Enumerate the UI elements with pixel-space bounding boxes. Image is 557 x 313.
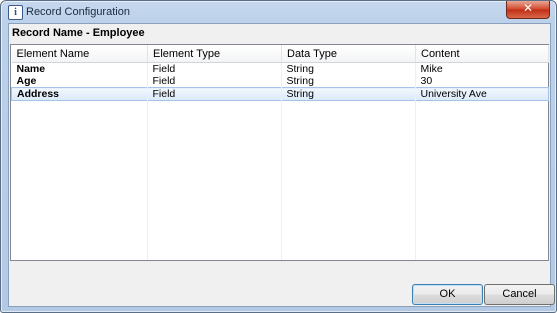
dialog-window: i Record Configuration ✕ Record Name - E… bbox=[0, 0, 557, 313]
table-header: Element Name Element Type Data Type Cont… bbox=[11, 45, 549, 63]
column-divider bbox=[415, 63, 416, 260]
title-bar[interactable]: i Record Configuration ✕ bbox=[1, 1, 556, 23]
cell-content[interactable]: University Ave bbox=[415, 87, 549, 101]
table-row[interactable]: Age Field String 30 bbox=[12, 75, 549, 88]
cell-element-name: Age bbox=[16, 75, 37, 87]
close-button[interactable]: ✕ bbox=[506, 1, 550, 19]
column-header-element-type[interactable]: Element Type bbox=[147, 45, 282, 63]
info-icon: i bbox=[8, 5, 23, 20]
cell-element-name: Address bbox=[11, 87, 148, 101]
cancel-button[interactable]: Cancel bbox=[484, 284, 555, 305]
column-header-element-name[interactable]: Element Name bbox=[11, 45, 148, 63]
record-name-label: Record Name - Employee bbox=[12, 27, 145, 39]
column-header-data-type[interactable]: Data Type bbox=[281, 45, 416, 63]
elements-table[interactable]: Element Name Element Type Data Type Cont… bbox=[10, 44, 549, 261]
cell-element-type: Field bbox=[152, 63, 176, 75]
window-title: Record Configuration bbox=[26, 6, 130, 18]
dialog-body: Record Name - Employee Element Name Elem… bbox=[8, 23, 555, 307]
cell-content[interactable]: Mike bbox=[416, 63, 549, 76]
table-row-selected[interactable]: Address Field String University Ave bbox=[11, 87, 549, 101]
column-divider bbox=[281, 63, 282, 260]
cell-data-type: String bbox=[281, 87, 416, 101]
column-header-content[interactable]: Content bbox=[415, 45, 549, 63]
cell-element-name: Name bbox=[16, 63, 46, 75]
table-row[interactable]: Name Field String Mike bbox=[12, 63, 549, 76]
cell-content[interactable]: 30 bbox=[416, 75, 549, 88]
ok-button[interactable]: OK bbox=[412, 284, 483, 305]
cell-element-type: Field bbox=[147, 87, 282, 101]
cell-element-type: Field bbox=[152, 75, 176, 87]
cell-data-type: String bbox=[286, 63, 314, 75]
column-divider bbox=[147, 63, 148, 260]
cell-data-type: String bbox=[286, 75, 314, 87]
